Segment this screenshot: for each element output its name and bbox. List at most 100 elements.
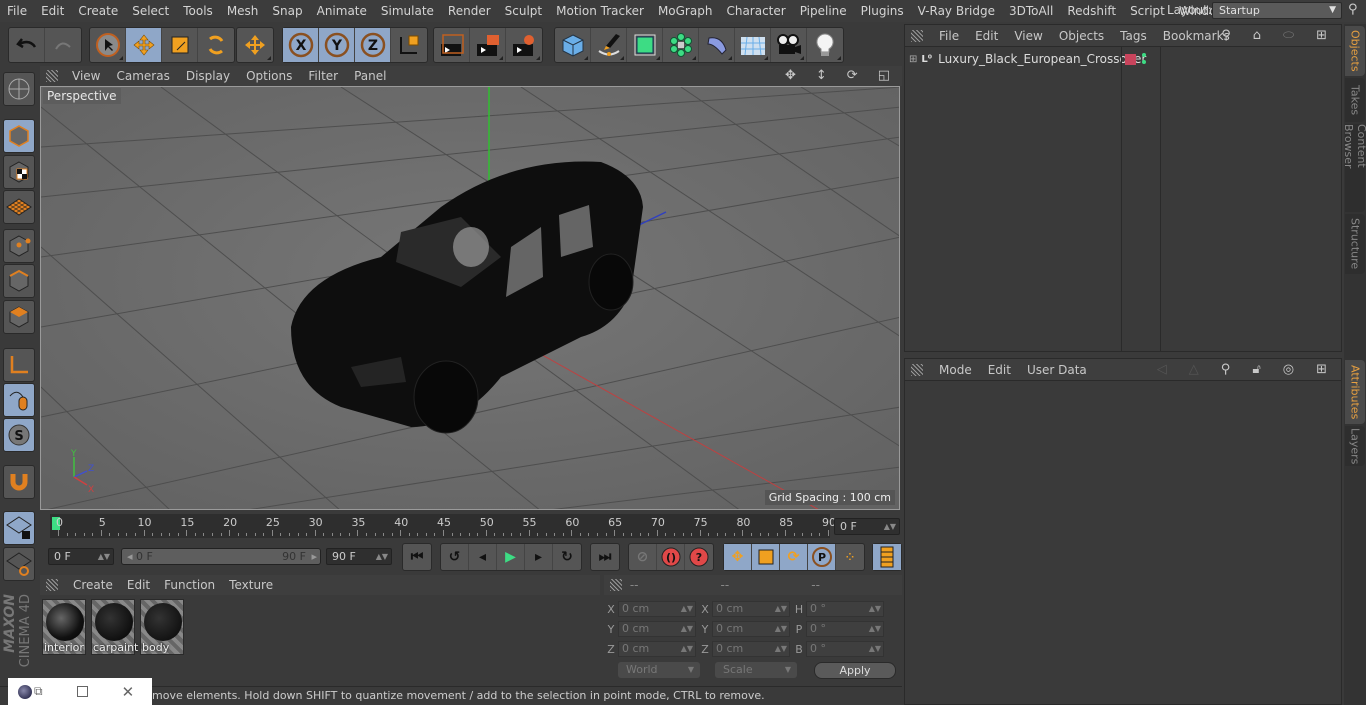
camera-icon[interactable] [771, 28, 807, 62]
tab-structure[interactable]: Structure [1345, 214, 1365, 274]
next-key-icon[interactable]: ↻ [553, 544, 581, 570]
axis-mode-icon[interactable] [3, 348, 35, 382]
toggle-icon[interactable]: ⬭ [1275, 28, 1302, 43]
magnet-icon[interactable] [3, 465, 35, 499]
key-pla-icon[interactable]: ⁘ [836, 544, 864, 570]
start-frame-field[interactable]: 0 F ▲▼ [48, 548, 114, 565]
transform-icon[interactable] [237, 28, 273, 62]
pan-icon[interactable]: ✥ [777, 68, 804, 83]
play-icon[interactable]: ▶ [497, 544, 525, 570]
material-body[interactable]: body [140, 599, 184, 655]
grip-icon[interactable] [46, 579, 58, 591]
menu-redshift[interactable]: Redshift [1060, 4, 1123, 18]
points-mode-icon[interactable] [3, 229, 35, 263]
dolly-icon[interactable]: ↕ [808, 68, 835, 83]
cloner-icon[interactable] [663, 28, 699, 62]
cube-icon[interactable] [555, 28, 591, 62]
viewport-menu-filter[interactable]: Filter [300, 69, 346, 83]
render-visibility-dot[interactable] [1142, 60, 1146, 64]
viewport-menu-view[interactable]: View [64, 69, 108, 83]
texture-mode-icon[interactable] [3, 155, 35, 189]
camera-label[interactable]: Perspective [43, 88, 121, 104]
menu-render[interactable]: Render [441, 4, 498, 18]
workplane-lock-icon[interactable] [3, 511, 35, 545]
layout-dropdown[interactable]: Startup ▼ [1212, 2, 1342, 19]
light-icon[interactable] [807, 28, 843, 62]
frame-range-slider[interactable]: ◂ 0 F 90 F ▸ [121, 548, 321, 565]
attributes-menu-mode[interactable]: Mode [931, 363, 980, 377]
maximize-icon[interactable] [76, 686, 88, 697]
object-row[interactable]: ⊞ L⁰ Luxury_Black_European_Crossover [905, 49, 1341, 69]
position-x-field[interactable]: 0 cm ▲▼ [618, 601, 696, 617]
material-menu-function[interactable]: Function [157, 578, 222, 592]
menu-animate[interactable]: Animate [310, 4, 374, 18]
z-axis-icon[interactable]: Z [355, 28, 391, 62]
timeline-ruler[interactable]: 0 5 10 15 20 25 30 35 40 45 50 55 60 65 70 75 80 85 90 [50, 514, 836, 538]
restore-icon[interactable]: ⧉ [34, 684, 43, 699]
key-parameter-icon[interactable]: P [808, 544, 836, 570]
material-menu-edit[interactable]: Edit [120, 578, 157, 592]
workplane-rotate-icon[interactable] [3, 547, 35, 581]
current-frame-field[interactable]: 0 F ▲▼ [834, 518, 900, 535]
film-strip-icon[interactable] [873, 544, 901, 570]
x-axis-icon[interactable]: X [283, 28, 319, 62]
make-editable-icon[interactable] [3, 72, 35, 106]
target-icon[interactable]: ◎ [1275, 362, 1302, 377]
position-y-field[interactable]: 0 cm ▲▼ [618, 621, 696, 637]
material-carpaint[interactable]: carpaint [91, 599, 138, 655]
menu-file[interactable]: File [0, 4, 34, 18]
size-y-field[interactable]: 0 cm ▲▼ [712, 621, 790, 637]
search-icon[interactable]: ⚲ [1348, 2, 1358, 17]
object-name[interactable]: Luxury_Black_European_Crossover [938, 52, 1146, 66]
size-x-field[interactable]: 0 cm ▲▼ [712, 601, 790, 617]
viewport-perspective[interactable]: Perspective Grid Spacing : 100 cm Y Z X [40, 86, 900, 510]
objects-menu-file[interactable]: File [931, 29, 967, 43]
menu-simulate[interactable]: Simulate [374, 4, 441, 18]
material-menu-texture[interactable]: Texture [222, 578, 280, 592]
menu-sculpt[interactable]: Sculpt [498, 4, 549, 18]
model-mode-icon[interactable] [3, 119, 35, 153]
next-frame-icon[interactable]: ▸ [525, 544, 553, 570]
menu-pipeline[interactable]: Pipeline [793, 4, 854, 18]
menu-snap[interactable]: Snap [265, 4, 309, 18]
tab-content-browser[interactable]: Content Browser [1342, 124, 1366, 212]
menu-mograph[interactable]: MoGraph [651, 4, 720, 18]
objects-menu-edit[interactable]: Edit [967, 29, 1006, 43]
back-icon[interactable]: ◁ [1149, 362, 1175, 377]
key-rotation-icon[interactable]: ⟳ [780, 544, 808, 570]
polygons-mode-icon[interactable] [3, 300, 35, 334]
menu-3dtoall[interactable]: 3DToAll [1002, 4, 1060, 18]
deformer-icon[interactable] [699, 28, 735, 62]
objects-menu-view[interactable]: View [1006, 29, 1050, 43]
redo-icon[interactable] [45, 28, 81, 62]
new-panel-icon[interactable]: ⊞ [1308, 28, 1335, 43]
material-interior[interactable]: interior [42, 599, 86, 655]
lock-icon[interactable]: 🔓︎ [1244, 362, 1268, 377]
attributes-menu-user-data[interactable]: User Data [1019, 363, 1095, 377]
menu-motion-tracker[interactable]: Motion Tracker [549, 4, 651, 18]
menu-mesh[interactable]: Mesh [220, 4, 266, 18]
menu-select[interactable]: Select [125, 4, 176, 18]
tweak-mode-icon[interactable] [3, 383, 35, 417]
objects-menu-objects[interactable]: Objects [1051, 29, 1112, 43]
render-settings-icon[interactable] [506, 28, 542, 62]
grip-icon[interactable] [46, 70, 58, 82]
prev-key-icon[interactable]: ↺ [441, 544, 469, 570]
tab-objects[interactable]: Objects [1345, 26, 1365, 76]
tab-takes[interactable]: Takes [1345, 78, 1365, 122]
maximize-view-icon[interactable]: ◱ [870, 68, 898, 83]
scale-icon[interactable] [162, 28, 198, 62]
end-frame-field[interactable]: 90 F ▲▼ [326, 548, 392, 565]
menu-vray-bridge[interactable]: V-Ray Bridge [911, 4, 1002, 18]
y-axis-icon[interactable]: Y [319, 28, 355, 62]
orbit-icon[interactable]: ⟳ [839, 68, 866, 83]
rotation-h-field[interactable]: 0 ° ▲▼ [806, 601, 884, 617]
pen-icon[interactable] [591, 28, 627, 62]
grip-icon[interactable] [911, 29, 923, 42]
rotation-p-field[interactable]: 0 ° ▲▼ [806, 621, 884, 637]
menu-plugins[interactable]: Plugins [854, 4, 911, 18]
objects-menu-tags[interactable]: Tags [1112, 29, 1155, 43]
up-icon[interactable]: △ [1181, 362, 1207, 377]
prev-frame-icon[interactable]: ◂ [469, 544, 497, 570]
workplane-icon[interactable] [3, 190, 35, 224]
